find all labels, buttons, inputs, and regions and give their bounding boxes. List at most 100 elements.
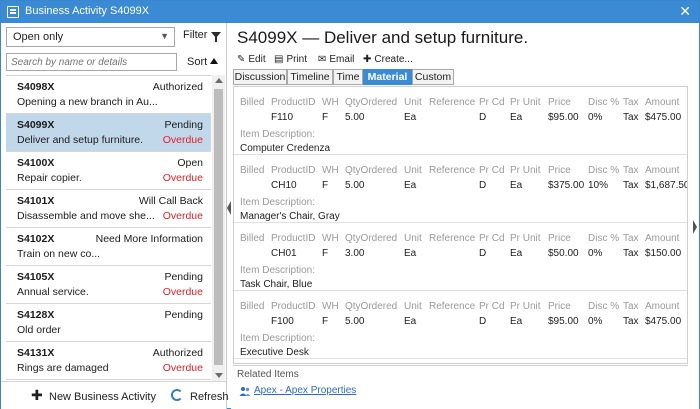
col-unit-header: Unit xyxy=(404,233,422,244)
window-title: Business Activity S4099X xyxy=(25,5,150,17)
tab-time[interactable]: Time xyxy=(333,69,363,85)
list-item-selected[interactable]: S4099X Pending Deliver and setup furnitu… xyxy=(6,114,211,152)
list-item[interactable]: S4098X Authorized Opening a new branch i… xyxy=(6,76,211,114)
price: $50.00 xyxy=(548,248,579,259)
amount: $475.00 xyxy=(645,316,682,327)
list-item[interactable]: S4105X Pending Annual service. Overdue xyxy=(6,266,211,304)
activity-description: Disassemble and move she... xyxy=(17,210,155,222)
related-item-link[interactable]: Apex - Apex Properties xyxy=(254,385,356,396)
col-tax-header: Tax xyxy=(623,301,639,312)
col-wh-header: WH xyxy=(322,233,339,244)
qty-ordered: 5.00 xyxy=(345,112,365,123)
qty-ordered: 5.00 xyxy=(345,316,365,327)
tab-material[interactable]: Material xyxy=(363,69,412,85)
search-box[interactable] xyxy=(6,53,177,71)
col-prunit-header: Pr Unit xyxy=(510,97,541,108)
activity-id: S4098X xyxy=(17,81,55,93)
col-productid-header: ProductID xyxy=(271,165,316,176)
unit: Ea xyxy=(404,112,417,123)
overdue-badge: Overdue xyxy=(162,134,203,146)
material-line[interactable]: Billed ProductID WH QtyOrdered Unit Refe… xyxy=(234,155,687,223)
product-id: F110 xyxy=(271,112,294,123)
search-input[interactable] xyxy=(7,54,176,70)
col-prcd-header: Pr Cd xyxy=(479,165,505,176)
create-label: Create... xyxy=(374,54,413,65)
tab-timeline[interactable]: Timeline xyxy=(287,69,333,85)
close-icon[interactable]: ✕ xyxy=(679,3,691,20)
activity-status: Need More Information xyxy=(95,233,203,245)
scroll-up-icon[interactable] xyxy=(215,78,223,83)
print-button[interactable]: ▤ Print xyxy=(274,54,307,65)
sort-button[interactable]: Sort xyxy=(187,56,207,68)
email-button[interactable]: ✉ Email xyxy=(318,54,354,65)
list-item[interactable]: S4128X Pending Old order xyxy=(6,304,211,342)
status-filter-dropdown[interactable]: Open only ▼ xyxy=(6,27,175,47)
scroll-down-icon[interactable] xyxy=(215,373,223,378)
pencil-icon: ✎ xyxy=(237,54,246,65)
activity-description: Deliver and setup furniture. xyxy=(17,134,144,146)
item-description-label: Item Description: xyxy=(240,265,316,276)
printer-icon: ▤ xyxy=(274,54,284,65)
filter-button[interactable]: Filter xyxy=(183,29,207,41)
activity-description: Repair copier. xyxy=(17,172,82,184)
qty-ordered: 5.00 xyxy=(345,180,365,191)
tab-custom[interactable]: Custom xyxy=(412,69,454,85)
related-items-heading: Related Items xyxy=(237,369,299,380)
list-item[interactable]: S4100X Open Repair copier. Overdue xyxy=(6,152,211,190)
warehouse: F xyxy=(322,248,329,259)
price-unit: Ea xyxy=(510,180,523,191)
scroll-thumb[interactable] xyxy=(214,89,223,365)
activity-id: S4105X xyxy=(17,271,55,283)
col-unit-header: Unit xyxy=(404,97,422,108)
overdue-badge: Overdue xyxy=(162,362,203,374)
item-description: Executive Desk xyxy=(240,347,309,358)
price: $95.00 xyxy=(548,316,579,327)
tax: Tax xyxy=(623,112,639,123)
activity-id: S4101X xyxy=(17,195,55,207)
warehouse: F xyxy=(322,112,329,123)
col-qty-header: QtyOrdered xyxy=(345,97,398,108)
list-scrollbar[interactable] xyxy=(212,75,225,381)
sort-ascending-icon[interactable] xyxy=(210,58,218,64)
list-item[interactable]: S4102X Need More Information Train on ne… xyxy=(6,228,211,266)
plus-icon[interactable]: ✚ xyxy=(31,388,43,402)
price-code: D xyxy=(479,112,487,123)
create-button[interactable]: ✚ Create... xyxy=(363,54,413,65)
amount: $1,687.50 xyxy=(645,180,688,191)
tab-discussion[interactable]: Discussion xyxy=(233,69,287,85)
activity-id: S4131X xyxy=(17,347,55,359)
col-prcd-header: Pr Cd xyxy=(479,97,505,108)
product-id: CH10 xyxy=(271,180,297,191)
col-billed-header: Billed xyxy=(240,165,265,176)
refresh-button[interactable]: Refresh xyxy=(190,391,229,403)
warehouse: F xyxy=(322,180,329,191)
col-qty-header: QtyOrdered xyxy=(345,301,398,312)
activity-status: Pending xyxy=(164,309,203,321)
overdue-badge: Overdue xyxy=(162,210,203,222)
item-description-label: Item Description: xyxy=(240,333,316,344)
col-unit-header: Unit xyxy=(404,301,422,312)
col-reference-header: Reference xyxy=(429,97,476,108)
qty-ordered: 3.00 xyxy=(345,248,365,259)
new-business-activity-button[interactable]: New Business Activity xyxy=(49,391,156,403)
col-tax-header: Tax xyxy=(623,165,639,176)
col-amount-header: Amount xyxy=(645,165,680,176)
funnel-icon[interactable] xyxy=(211,32,221,42)
col-prunit-header: Pr Unit xyxy=(510,233,541,244)
activity-id: S4102X xyxy=(17,233,55,245)
panel-expand-icon[interactable] xyxy=(693,220,697,234)
material-line[interactable]: Billed ProductID WH QtyOrdered Unit Refe… xyxy=(234,223,687,291)
amount: $150.00 xyxy=(645,248,682,259)
print-label: Print xyxy=(286,54,308,65)
material-line[interactable]: Billed ProductID WH QtyOrdered Unit Refe… xyxy=(234,291,687,359)
col-productid-header: ProductID xyxy=(271,97,316,108)
refresh-icon[interactable] xyxy=(171,389,183,401)
edit-button[interactable]: ✎ Edit xyxy=(237,54,266,65)
col-disc-header: Disc % xyxy=(588,301,620,312)
overdue-badge: Overdue xyxy=(162,286,203,298)
price-unit: Ea xyxy=(510,112,523,123)
list-item[interactable]: S4131X Authorized Rings are damaged Over… xyxy=(6,342,211,380)
detail-pane: S4099X — Deliver and setup furniture. ✎ E… xyxy=(231,23,699,409)
list-item[interactable]: S4101X Will Call Back Disassemble and mo… xyxy=(6,190,211,228)
material-line[interactable]: Billed ProductID WH QtyOrdered Unit Refe… xyxy=(234,87,687,155)
